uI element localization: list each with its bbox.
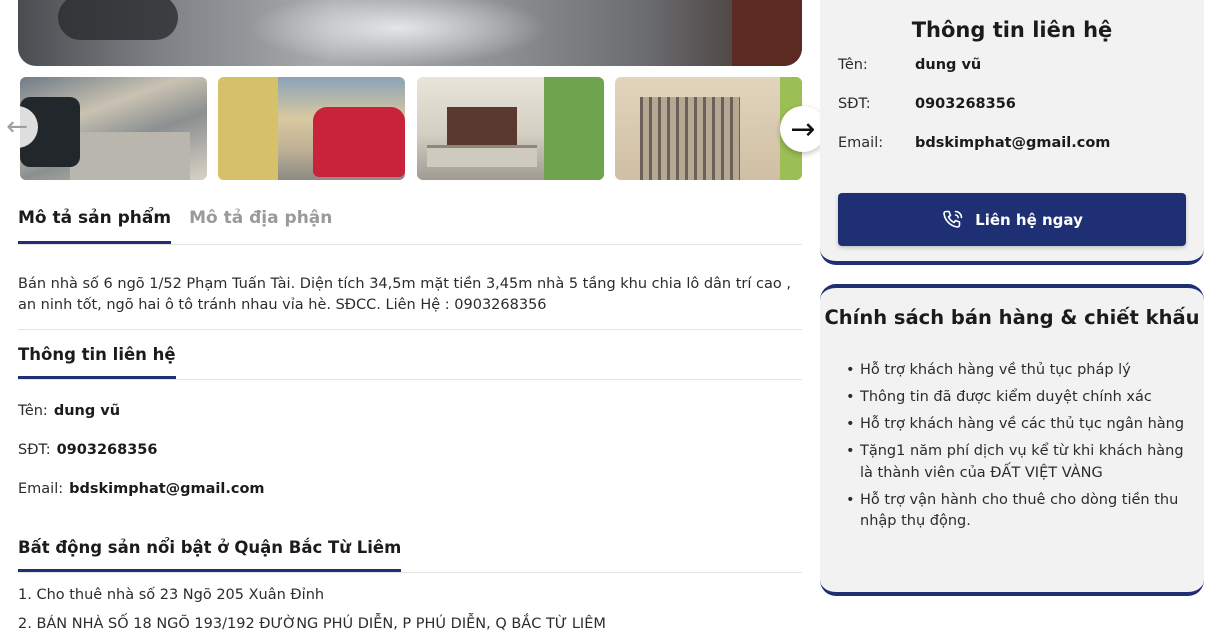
tab-location-description[interactable]: Mô tả địa phận [189,208,332,244]
contact-divider [18,379,802,380]
thumbnail-4[interactable] [615,77,802,180]
contact-now-label: Liên hệ ngay [975,210,1083,229]
card-phone-label: SĐT: [838,96,871,112]
contact-phone-value[interactable]: 0903268356 [57,442,158,458]
thumbnail-1[interactable] [20,77,207,180]
contact-card-title: Thông tin liên hệ [911,18,1113,42]
photo-motorbike [58,0,178,40]
arrow-right-icon: → [790,111,816,147]
thumbnail-3[interactable] [417,77,604,180]
thumbnail-strip [18,77,802,181]
contact-now-button[interactable]: Liên hệ ngay [838,193,1186,246]
policy-item: Hỗ trợ khách hàng về thủ tục pháp lý [846,360,1186,382]
tabs-divider [18,244,802,245]
featured-item-2[interactable]: 2. BÁN NHÀ SỐ 18 NGÕ 193/192 ĐƯỜNG PHÚ D… [18,616,606,632]
contact-email-value[interactable]: bdskimphat@gmail.com [69,481,264,497]
main-photo[interactable] [18,0,802,66]
contact-name-row: Tên: dung vũ [18,403,120,419]
description-divider [18,329,802,330]
arrow-left-icon: ← [6,112,28,142]
product-description: Bán nhà số 6 ngõ 1/52 Phạm Tuấn Tài. Diệ… [18,276,791,313]
card-phone-value[interactable]: 0903268356 [915,96,1016,112]
policy-list: Hỗ trợ khách hàng về thủ tục pháp lý Thô… [846,360,1186,538]
contact-email-row: Email: bdskimphat@gmail.com [18,481,265,497]
contact-phone-row: SĐT: 0903268356 [18,442,158,458]
policy-item: Hỗ trợ khách hàng về các thủ tục ngân hà… [846,414,1186,436]
contact-card: Thông tin liên hệ Tên: dung vũ SĐT: 090326… [820,0,1204,265]
card-name-row: Tên: dung vũ [838,57,981,73]
thumb-balcony [427,145,537,167]
contact-phone-label: SĐT: [18,442,51,458]
thumb-green-wall [544,77,604,180]
card-name-label: Tên: [838,57,868,73]
photo-edge [732,0,802,66]
contact-name-value: dung vũ [53,403,121,419]
thumb-window [447,107,517,145]
featured-divider [18,572,802,573]
thumbnail-2[interactable] [218,77,405,180]
phone-icon [943,210,963,228]
policy-item: Tặng1 năm phí dịch vụ kể từ khi khách hà… [846,441,1186,484]
card-phone-row: SĐT: 0903268356 [838,96,1016,112]
thumb-wall [218,77,278,180]
tab-product-description[interactable]: Mô tả sản phẩm [18,208,172,244]
featured-section-title: Bất động sản nổi bật ở Quận Bắc Từ Liêm [18,538,402,572]
policy-item: Thông tin đã được kiểm duyệt chính xác [846,387,1186,409]
policy-item: Hỗ trợ vận hành cho thuê cho dòng tiền t… [846,490,1186,533]
policy-card-title: Chính sách bán hàng & chiết khấu [824,306,1200,329]
thumb-road [70,132,190,180]
card-name-value: dung vũ [915,57,982,73]
policy-card: Chính sách bán hàng & chiết khấu Hỗ trợ … [820,284,1204,596]
card-email-row: Email: bdskimphat@gmail.com [838,135,1110,151]
description-tabs: Mô tả sản phẩm Mô tả địa phận [18,208,332,244]
photo-highlight [248,0,548,66]
contact-name-label: Tên: [18,403,48,419]
thumb-red-car [313,107,405,177]
featured-item-1[interactable]: 1. Cho thuê nhà số 23 Ngõ 205 Xuân Đỉnh [18,587,324,603]
card-email-label: Email: [838,135,884,151]
card-email-value[interactable]: bdskimphat@gmail.com [915,135,1110,151]
contact-email-label: Email: [18,481,64,497]
thumb-gate [640,97,740,180]
contact-section-title: Thông tin liên hệ [18,345,176,379]
